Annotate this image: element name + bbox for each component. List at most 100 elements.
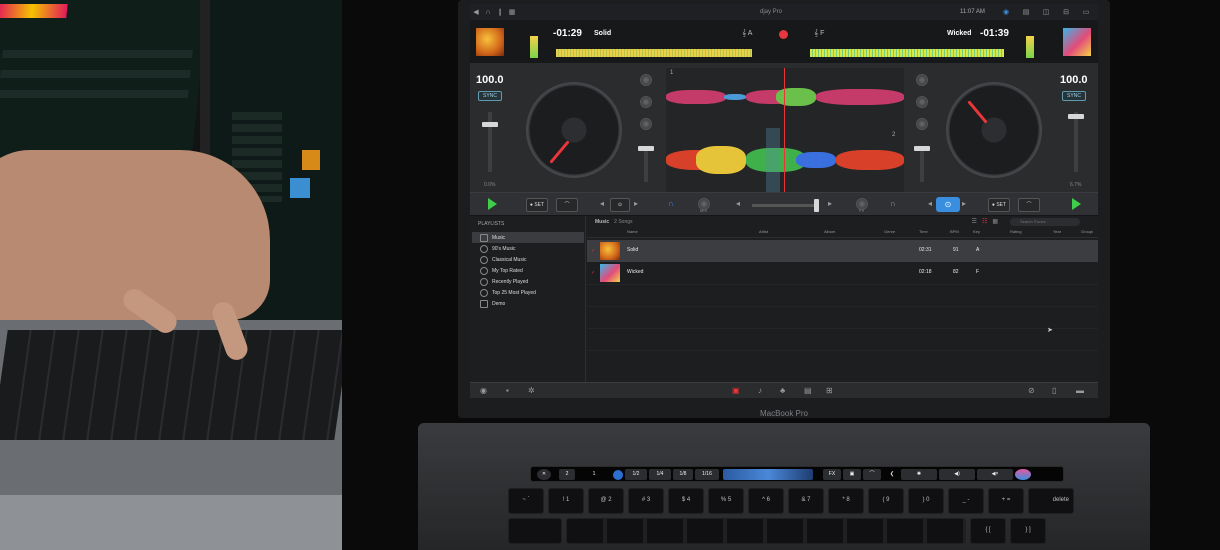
key[interactable]: _ - — [948, 488, 984, 514]
sidebar-item-classical-music[interactable]: Classical Music — [472, 254, 584, 265]
deck-left-play-button[interactable] — [488, 198, 497, 210]
touchbar-waveform-scrubber[interactable] — [723, 469, 813, 480]
sync-status-icon[interactable]: ◉ — [1000, 8, 1012, 16]
deck-right-volume-fader[interactable] — [914, 146, 930, 182]
deck-right-eq-mid-knob[interactable] — [916, 96, 928, 108]
deck-right-loop-button[interactable]: ⌒ — [1018, 198, 1040, 212]
pitch-slider-handle[interactable] — [482, 122, 498, 127]
touchbar-loop-position[interactable] — [613, 470, 623, 480]
sidebar-item-90s-music[interactable]: 90's Music — [472, 243, 584, 254]
library-icon[interactable]: ▣ — [732, 386, 740, 395]
deck-left-artwork[interactable] — [476, 28, 504, 56]
deck-right-prev-icon[interactable]: ◂ — [928, 199, 932, 208]
add-icon[interactable]: ▪ — [506, 386, 509, 395]
deck-right-sync-button[interactable]: SYNC — [1062, 91, 1086, 101]
search-input[interactable]: Search iTunes — [1010, 218, 1080, 226]
column-header-genre[interactable]: Genre — [884, 229, 895, 234]
deck-left-set-cue-button[interactable]: ● SET — [526, 198, 548, 212]
deck-right-eq-low-knob[interactable] — [916, 118, 928, 130]
touchbar-loop-roll-icon[interactable]: ⌒ — [863, 469, 881, 480]
deck-right-overview-waveform[interactable] — [810, 49, 1004, 57]
delete-key[interactable]: delete — [1028, 488, 1074, 514]
key[interactable]: ) 0 — [908, 488, 944, 514]
touchbar-loop-half[interactable]: 1/2 — [625, 469, 647, 480]
deck-left-next-icon[interactable]: ▸ — [634, 199, 638, 208]
touchbar-brightness-icon[interactable]: ✺ — [901, 469, 937, 480]
volume-fader-handle[interactable] — [638, 146, 654, 151]
mixer-icon[interactable]: ⊟ — [1060, 8, 1072, 16]
grid-icon[interactable]: ▦ — [506, 8, 518, 16]
key[interactable]: ! 1 — [548, 488, 584, 514]
waveform-display[interactable]: 1 2 — [666, 68, 904, 192]
deck-left-eq-low-knob[interactable] — [640, 118, 652, 130]
touchbar-loop-1[interactable]: 1 — [579, 469, 609, 480]
key[interactable]: $ 4 — [668, 488, 704, 514]
split-view-icon[interactable]: ◫ — [1040, 8, 1052, 16]
video-icon[interactable]: ▤ — [804, 386, 812, 395]
deck-left-volume-fader[interactable] — [638, 146, 654, 182]
table-row[interactable]: ✓ Wicked 02:18 82 F — [587, 262, 1098, 284]
key[interactable]: ^ 6 — [748, 488, 784, 514]
key[interactable]: ( 9 — [868, 488, 904, 514]
volume-fader-handle[interactable] — [914, 146, 930, 151]
sidebar-item-demo[interactable]: Demo — [472, 298, 584, 309]
touchbar-loop-eighth[interactable]: 1/8 — [673, 469, 693, 480]
deck-left-sync-button[interactable]: SYNC — [478, 91, 502, 101]
key[interactable]: { [ — [970, 518, 1006, 544]
deck-right-eq-high-knob[interactable] — [916, 74, 928, 86]
key[interactable]: @ 2 — [588, 488, 624, 514]
sidebar-item-top-25-most-played[interactable]: Top 25 Most Played — [472, 287, 584, 298]
touchbar-mute-icon[interactable]: ◀× — [977, 469, 1013, 480]
sidebar-item-music[interactable]: Music — [472, 232, 584, 243]
touchbar-loop-sixteenth[interactable]: 1/16 — [695, 469, 719, 480]
crossfader-handle[interactable] — [814, 199, 819, 212]
column-header-year[interactable]: Year — [1053, 229, 1061, 234]
list-view-icon[interactable]: ☰ — [972, 218, 977, 225]
touchbar-fx-button[interactable]: FX — [823, 469, 841, 480]
deck-right-play-button[interactable] — [1072, 198, 1081, 210]
column-header-time[interactable]: Time — [919, 229, 928, 234]
column-header-rating[interactable]: Rating — [1010, 229, 1022, 234]
touchbar-loop-icon[interactable]: ▣ — [843, 469, 861, 480]
airplay-icon[interactable]: ▭ — [1080, 8, 1092, 16]
headphones-icon[interactable]: ∩ — [482, 9, 494, 16]
column-header-artist[interactable]: Artist — [759, 229, 768, 234]
deck-left-eq-mid-knob[interactable] — [640, 96, 652, 108]
deck-left-eq-high-knob[interactable] — [640, 74, 652, 86]
touchbar-volume-icon[interactable]: ◀) — [939, 469, 975, 480]
key[interactable]: ~ ` — [508, 488, 544, 514]
key[interactable]: + = — [988, 488, 1024, 514]
touchbar-loop-2[interactable]: 2 — [559, 469, 575, 480]
deck-left-loop-button[interactable]: ⌒ — [556, 198, 578, 212]
column-header-bpm[interactable]: BPM — [950, 229, 959, 234]
key[interactable]: } ] — [1010, 518, 1046, 544]
record-button[interactable] — [779, 30, 788, 39]
deck-right-pitch-slider[interactable] — [1068, 112, 1084, 172]
deck-right-headphones-icon[interactable]: ∩ — [890, 199, 896, 208]
deck-left-prev-icon[interactable]: ◂ — [600, 199, 604, 208]
deck-right-artwork[interactable] — [1063, 28, 1091, 56]
sidebar-item-my-top-rated[interactable]: My Top Rated — [472, 265, 584, 276]
track-view-icon[interactable]: ☷ — [982, 218, 987, 225]
deck-right-turntable[interactable] — [946, 82, 1042, 178]
deck-left-turntable[interactable] — [526, 82, 622, 178]
account-icon[interactable]: ◉ — [480, 386, 487, 395]
letter-keys-row[interactable] — [566, 518, 966, 544]
key[interactable]: % 5 — [708, 488, 744, 514]
deck-right-next-icon[interactable]: ▸ — [962, 199, 966, 208]
record-history-icon[interactable]: ⊘ — [1028, 386, 1035, 395]
key[interactable]: & 7 — [788, 488, 824, 514]
crossfader[interactable] — [752, 199, 819, 212]
table-row[interactable]: ✓ Solid 02:31 91 A — [587, 240, 1098, 262]
deck-left-overview-waveform[interactable] — [556, 49, 752, 57]
tab-key[interactable] — [508, 518, 562, 544]
volume-icon[interactable]: ◀ — [470, 8, 482, 16]
key[interactable]: # 3 — [628, 488, 664, 514]
grid-view-icon[interactable]: ▦ — [992, 218, 998, 225]
touchbar-collapse-icon[interactable]: ❮ — [887, 469, 897, 480]
microphone-icon[interactable]: ❙ — [494, 8, 506, 16]
sampler-icon[interactable]: ♣ — [780, 386, 785, 395]
column-header-album[interactable]: Album — [824, 229, 835, 234]
music-note-icon[interactable]: ♪ — [758, 386, 762, 395]
column-header-grouping[interactable]: Groupi — [1081, 229, 1093, 234]
